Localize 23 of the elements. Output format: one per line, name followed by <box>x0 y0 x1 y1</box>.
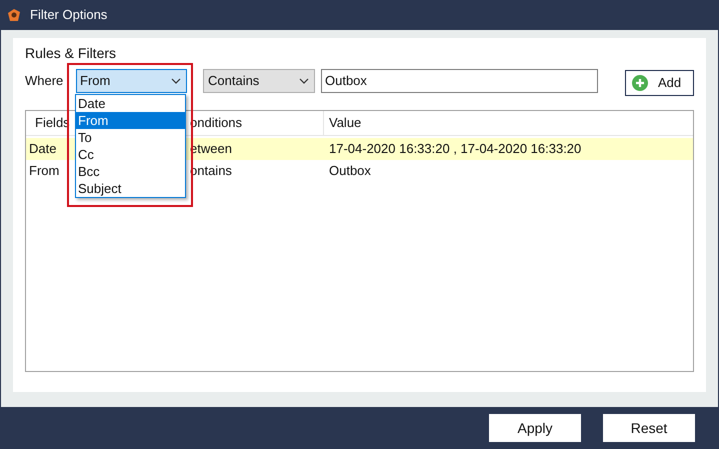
dropdown-option[interactable]: Cc <box>76 146 185 163</box>
chevron-down-icon <box>299 78 309 84</box>
reset-button[interactable]: Reset <box>603 414 695 442</box>
table-cell-text: Outbox <box>328 162 371 180</box>
where-label: Where <box>25 72 64 90</box>
section-title: Rules & Filters <box>25 44 118 62</box>
table-cell-text: 17-04-2020 16:33:20 , 17-04-2020 16:33:20 <box>328 140 582 158</box>
chevron-down-icon <box>171 78 181 84</box>
value-input[interactable]: Outbox <box>321 69 598 93</box>
condition-dropdown[interactable]: Contains <box>203 69 315 93</box>
apply-button[interactable]: Apply <box>489 414 581 442</box>
column-header[interactable]: Value <box>324 113 362 133</box>
app-logo-icon <box>6 7 22 23</box>
field-dropdown[interactable]: From <box>76 69 187 93</box>
dropdown-option[interactable]: From <box>76 112 185 129</box>
window-title: Filter Options <box>30 6 108 24</box>
table-cell-text: From <box>29 162 60 180</box>
plus-icon <box>632 74 648 90</box>
table-cell-text: Date <box>29 140 56 158</box>
dropdown-option[interactable]: Subject <box>76 180 185 197</box>
dropdown-option[interactable]: Date <box>76 95 185 112</box>
add-button[interactable]: Add <box>625 70 694 96</box>
dropdown-option[interactable]: Bcc <box>76 163 185 180</box>
